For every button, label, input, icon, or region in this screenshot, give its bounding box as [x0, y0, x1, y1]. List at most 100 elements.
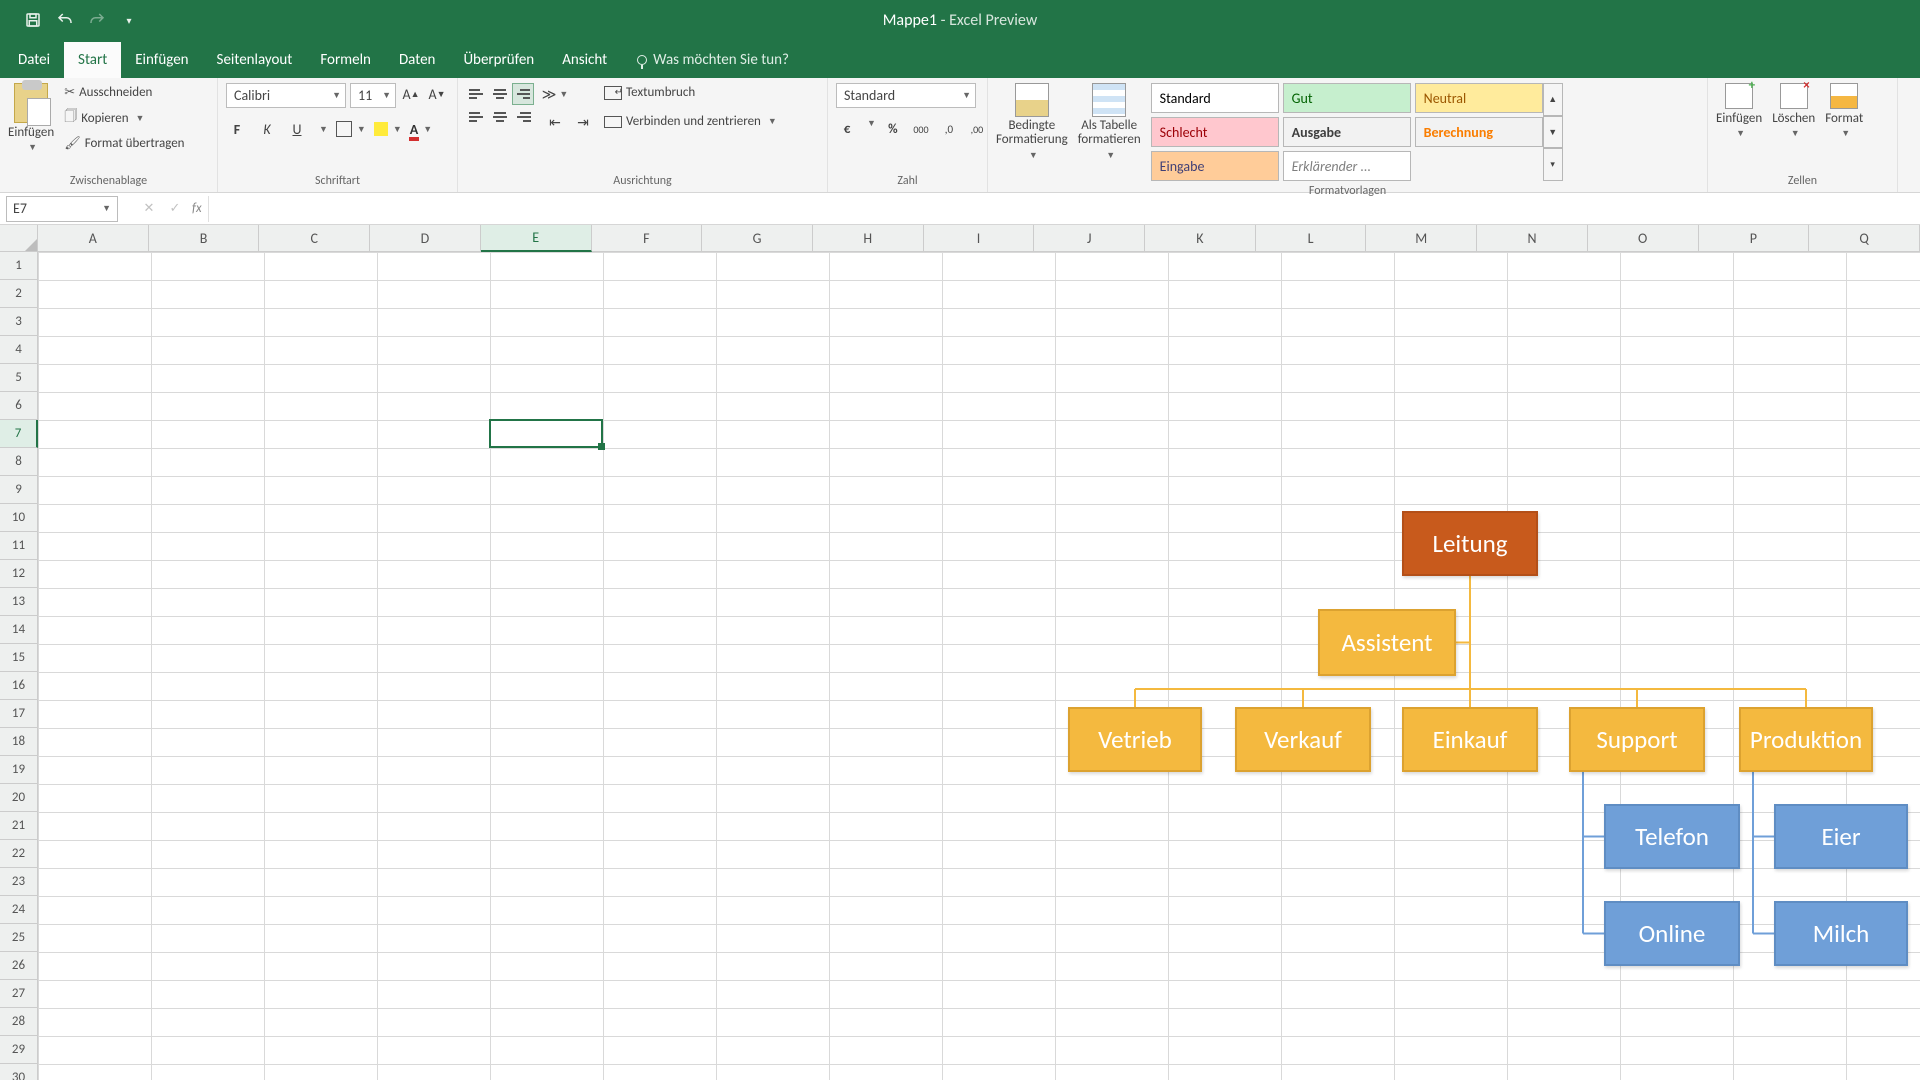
row-header-29[interactable]: 29 [0, 1036, 38, 1064]
merge-center-button[interactable]: Verbinden und zentrieren▼ [604, 112, 777, 131]
column-header-E[interactable]: E [481, 225, 592, 252]
tab-start[interactable]: Start [64, 42, 121, 78]
row-header-28[interactable]: 28 [0, 1008, 38, 1036]
font-size-combo[interactable]: 11▼ [350, 83, 396, 108]
tell-me-search[interactable]: Was möchten Sie tun? [621, 51, 805, 78]
gallery-more-icon[interactable]: ▾ [1543, 148, 1563, 181]
row-header-10[interactable]: 10 [0, 504, 38, 532]
percent-button[interactable] [882, 118, 904, 140]
row-header-23[interactable]: 23 [0, 868, 38, 896]
format-cells-button[interactable]: Format▼ [1825, 83, 1863, 139]
org-node-eier[interactable]: Eier [1774, 804, 1908, 869]
row-header-16[interactable]: 16 [0, 672, 38, 700]
row-header-5[interactable]: 5 [0, 364, 38, 392]
fill-handle[interactable] [598, 443, 605, 450]
tab-seitenlayout[interactable]: Seitenlayout [203, 42, 307, 78]
row-header-1[interactable]: 1 [0, 252, 38, 280]
row-header-30[interactable]: 30 [0, 1064, 38, 1080]
fx-icon[interactable]: fx [188, 201, 208, 216]
cut-button[interactable]: Ausschneiden [64, 83, 184, 102]
org-node-einkauf[interactable]: Einkauf [1402, 707, 1538, 772]
bold-button[interactable]: F [226, 118, 248, 140]
column-header-K[interactable]: K [1145, 225, 1256, 252]
save-icon[interactable] [24, 11, 42, 29]
tab-datei[interactable]: Datei [4, 42, 64, 78]
style-berechnung[interactable]: Berechnung [1415, 117, 1543, 147]
row-header-13[interactable]: 13 [0, 588, 38, 616]
row-header-7[interactable]: 7 [0, 420, 38, 448]
tab-daten[interactable]: Daten [385, 42, 449, 78]
row-header-18[interactable]: 18 [0, 728, 38, 756]
style-eingabe[interactable]: Eingabe [1151, 151, 1279, 181]
row-header-20[interactable]: 20 [0, 784, 38, 812]
column-header-D[interactable]: D [370, 225, 481, 252]
row-header-21[interactable]: 21 [0, 812, 38, 840]
column-header-C[interactable]: C [259, 225, 370, 252]
style-erklaerend[interactable]: Erklärender ... [1283, 151, 1411, 181]
decrease-font-button[interactable]: A▼ [426, 83, 448, 105]
paste-button[interactable]: Einfügen ▼ [8, 83, 54, 153]
formula-input[interactable] [208, 196, 1920, 222]
style-neutral[interactable]: Neutral [1415, 83, 1543, 113]
org-node-online[interactable]: Online [1604, 901, 1740, 966]
column-header-M[interactable]: M [1366, 225, 1477, 252]
column-header-L[interactable]: L [1256, 225, 1367, 252]
border-button[interactable]: ▼ [336, 121, 366, 137]
copy-button[interactable]: Kopieren▼ [64, 105, 184, 131]
row-header-26[interactable]: 26 [0, 952, 38, 980]
org-node-assistent[interactable]: Assistent [1318, 609, 1456, 676]
italic-button[interactable]: K [256, 118, 278, 140]
style-gut[interactable]: Gut [1283, 83, 1411, 113]
align-bottom-left[interactable] [466, 106, 488, 128]
decrease-decimal-button[interactable] [966, 118, 988, 140]
cells-area[interactable]: Leitung Assistent Vetrieb Verkauf Einkauf Sup… [38, 252, 1920, 1080]
delete-cells-button[interactable]: Löschen▼ [1772, 83, 1815, 139]
org-node-verkauf[interactable]: Verkauf [1235, 707, 1371, 772]
org-node-milch[interactable]: Milch [1774, 901, 1908, 966]
row-header-22[interactable]: 22 [0, 840, 38, 868]
row-header-19[interactable]: 19 [0, 756, 38, 784]
column-header-G[interactable]: G [702, 225, 813, 252]
row-header-11[interactable]: 11 [0, 532, 38, 560]
currency-button[interactable] [836, 118, 858, 140]
chevron-down-icon[interactable]: ▼ [319, 124, 328, 135]
tab-ansicht[interactable]: Ansicht [548, 42, 621, 78]
org-node-telefon[interactable]: Telefon [1604, 804, 1740, 869]
row-header-24[interactable]: 24 [0, 896, 38, 924]
column-header-P[interactable]: P [1699, 225, 1810, 252]
org-node-vetrieb[interactable]: Vetrieb [1068, 707, 1202, 772]
number-format-combo[interactable]: Standard▼ [836, 83, 976, 108]
orientation-button[interactable]: ≫▼ [544, 83, 566, 105]
select-all-corner[interactable] [0, 225, 38, 252]
org-node-support[interactable]: Support [1569, 707, 1705, 772]
format-painter-button[interactable]: Format übertragen [64, 134, 184, 153]
decrease-indent-button[interactable]: ⇤ [544, 111, 566, 133]
selected-cell[interactable] [489, 419, 603, 448]
style-schlecht[interactable]: Schlecht [1151, 117, 1279, 147]
column-header-I[interactable]: I [924, 225, 1035, 252]
column-header-N[interactable]: N [1477, 225, 1588, 252]
style-standard[interactable]: Standard [1151, 83, 1279, 113]
row-header-3[interactable]: 3 [0, 308, 38, 336]
align-bottom-right[interactable] [512, 106, 534, 128]
align-top-center[interactable] [489, 83, 511, 105]
column-header-Q[interactable]: Q [1809, 225, 1920, 252]
insert-cells-button[interactable]: Einfügen▼ [1716, 83, 1762, 139]
qat-customize-icon[interactable]: ▾ [120, 11, 138, 29]
row-header-2[interactable]: 2 [0, 280, 38, 308]
row-header-27[interactable]: 27 [0, 980, 38, 1008]
format-as-table-button[interactable]: Als Tabelle formatieren▼ [1078, 83, 1141, 161]
column-header-F[interactable]: F [592, 225, 703, 252]
column-header-J[interactable]: J [1034, 225, 1145, 252]
undo-icon[interactable] [56, 11, 74, 29]
align-bottom-center[interactable] [489, 106, 511, 128]
align-top-left[interactable] [466, 83, 488, 105]
comma-style-button[interactable] [910, 118, 932, 140]
row-header-25[interactable]: 25 [0, 924, 38, 952]
fill-color-button[interactable]: ▼ [374, 122, 402, 136]
column-header-B[interactable]: B [149, 225, 260, 252]
org-node-leitung[interactable]: Leitung [1402, 511, 1538, 576]
row-header-6[interactable]: 6 [0, 392, 38, 420]
increase-decimal-button[interactable] [938, 118, 960, 140]
row-header-17[interactable]: 17 [0, 700, 38, 728]
